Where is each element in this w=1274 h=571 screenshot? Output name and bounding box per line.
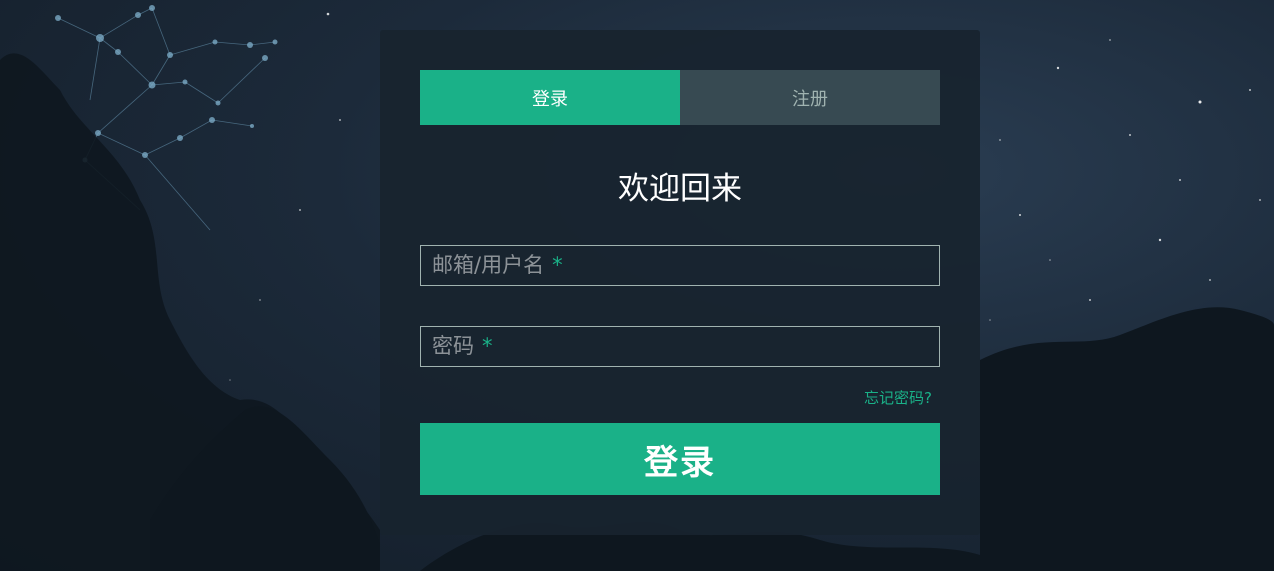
tab-login[interactable]: 登录 [420, 70, 680, 125]
username-placeholder: 邮箱/用户名 * [432, 253, 563, 277]
login-submit-button[interactable]: 登录 [420, 423, 940, 495]
password-placeholder: 密码 * [432, 334, 493, 358]
required-mark: * [482, 334, 493, 358]
tab-register[interactable]: 注册 [680, 70, 940, 125]
forgot-password-link[interactable]: 忘记密码? [864, 387, 932, 408]
auth-tabs: 登录 注册 [420, 70, 940, 125]
password-field[interactable]: 密码 * [420, 326, 940, 367]
username-field[interactable]: 邮箱/用户名 * [420, 245, 940, 286]
required-mark: * [552, 253, 563, 277]
welcome-heading: 欢迎回来 [618, 171, 742, 207]
login-panel: 登录 注册 欢迎回来 邮箱/用户名 * 密码 * 忘记密码? 登录 [380, 30, 980, 535]
